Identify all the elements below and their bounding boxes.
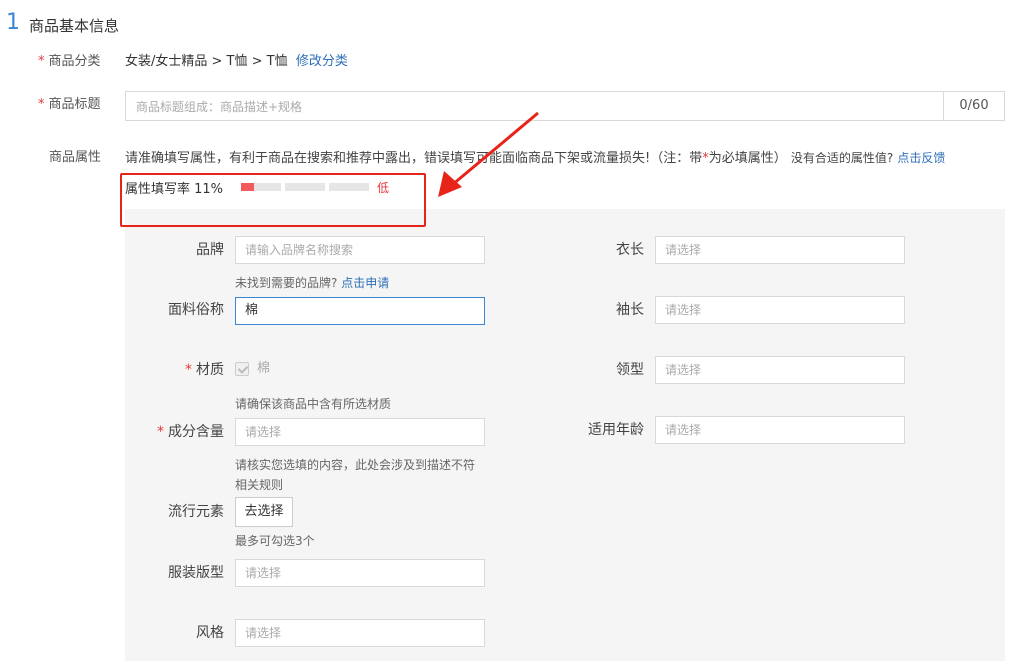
no-match-text: 没有合适的属性值?	[790, 151, 894, 165]
annotation-arrow-icon	[438, 111, 539, 197]
material-option-label: 棉	[257, 361, 271, 376]
annotation-highlight-box	[120, 173, 426, 227]
collar-label: 领型	[616, 362, 644, 378]
style-label: 风格	[196, 625, 224, 641]
material-checkbox[interactable]	[235, 362, 249, 376]
title-char-counter: 0/60	[943, 92, 1004, 120]
material-label: * 材质	[185, 362, 224, 378]
edit-category-link[interactable]: 修改分类	[296, 54, 348, 69]
fit-select[interactable]: 请选择	[235, 559, 485, 587]
trend-select-button[interactable]: 去选择	[235, 497, 293, 527]
category-path: 女装/女士精品 > T恤 > T恤 修改分类	[125, 54, 348, 69]
sleeve-select[interactable]: 请选择	[655, 296, 905, 324]
trend-label: 流行元素	[168, 504, 224, 520]
brand-label: 品牌	[196, 242, 224, 258]
section-number: 1	[6, 10, 20, 35]
sleeve-label: 袖长	[616, 302, 644, 318]
category-label: * 商品分类	[38, 54, 101, 69]
attributes-label: 商品属性	[49, 150, 102, 165]
composition-select[interactable]: 请选择	[235, 418, 485, 446]
age-select[interactable]: 请选择	[655, 416, 905, 444]
brand-apply-link[interactable]: 点击申请	[341, 276, 389, 290]
style-select[interactable]: 请选择	[235, 619, 485, 647]
required-mark: *	[38, 97, 45, 112]
composition-hint-2: 相关规则	[235, 478, 284, 492]
fabric-input[interactable]: 棉	[235, 297, 485, 325]
title-label: * 商品标题	[38, 97, 101, 112]
required-mark: *	[38, 54, 45, 69]
collar-select[interactable]: 请选择	[655, 356, 905, 384]
fit-label: 服装版型	[168, 565, 224, 581]
material-hint: 请确保该商品中含有所选材质	[235, 397, 392, 411]
product-title-input[interactable]: 商品标题组成：商品描述+规格 0/60	[125, 91, 1005, 121]
length-select[interactable]: 请选择	[655, 236, 905, 264]
title-placeholder: 商品标题组成：商品描述+规格	[136, 100, 303, 114]
composition-hint-1: 请核实您选填的内容，此处会涉及到描述不符	[235, 458, 476, 472]
fabric-label: 面料俗称	[168, 302, 224, 318]
trend-hint: 最多可勾选3个	[235, 534, 315, 548]
feedback-link[interactable]: 点击反馈	[897, 151, 945, 165]
brand-search-input[interactable]: 请输入品牌名称搜索	[235, 236, 485, 264]
section-title: 商品基本信息	[29, 17, 120, 35]
age-label: 适用年龄	[588, 422, 644, 438]
length-label: 衣长	[616, 242, 644, 258]
composition-label: * 成分含量	[157, 424, 224, 440]
brand-hint: 未找到需要的品牌? 点击申请	[235, 276, 390, 290]
